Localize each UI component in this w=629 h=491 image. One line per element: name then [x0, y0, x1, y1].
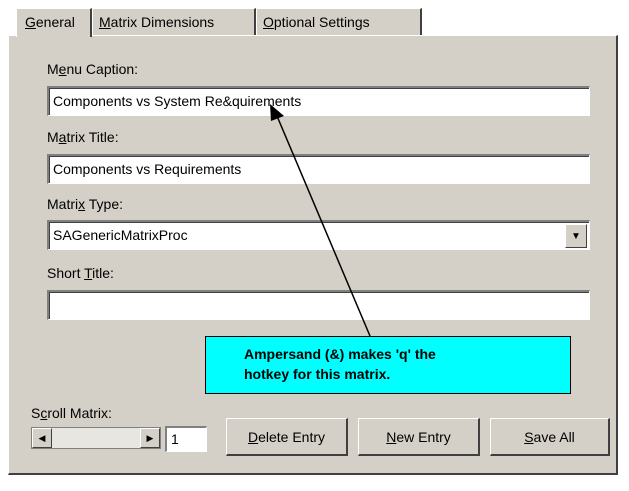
matrix-type-value: SAGenericMatrixProc — [53, 227, 188, 243]
matrix-title-label: Matrix Title: — [47, 129, 119, 145]
new-entry-button[interactable]: New Entry — [358, 418, 480, 456]
matrix-title-input[interactable]: Components vs Requirements — [47, 154, 590, 184]
short-title-label: Short Title: — [47, 265, 114, 281]
menu-caption-input[interactable]: Components vs System Re&quirements — [47, 86, 590, 116]
tab-general[interactable]: General — [16, 8, 92, 37]
chevron-down-icon[interactable]: ▼ — [565, 224, 587, 248]
delete-entry-button[interactable]: Delete Entry — [226, 418, 348, 456]
tab-matrix-dimensions[interactable]: Matrix Dimensions — [92, 8, 256, 35]
matrix-type-select[interactable]: SAGenericMatrixProc ▼ — [47, 220, 590, 250]
hotkey-callout: Ampersand (&) makes 'q' the hotkey for t… — [205, 336, 571, 394]
scroll-matrix-label: Scroll Matrix: — [31, 405, 112, 421]
tab-optional-settings[interactable]: Optional Settings — [256, 8, 422, 35]
arrow-left-icon[interactable]: ◀ — [32, 428, 52, 448]
callout-line-1: Ampersand (&) makes 'q' the — [244, 346, 436, 362]
callout-line-2: hotkey for this matrix. — [244, 366, 391, 382]
save-all-button[interactable]: Save All — [490, 418, 610, 456]
tab-bar: General Matrix Dimensions Optional Setti… — [16, 8, 422, 37]
menu-caption-label: Menu Caption: — [47, 61, 139, 77]
arrow-right-icon[interactable]: ▶ — [140, 428, 160, 448]
short-title-input[interactable] — [47, 290, 590, 320]
scroll-matrix-value[interactable]: 1 — [165, 426, 207, 452]
scroll-matrix-scrollbar[interactable]: ◀ ▶ — [31, 427, 161, 449]
matrix-type-label: Matrix Type: — [47, 196, 124, 212]
